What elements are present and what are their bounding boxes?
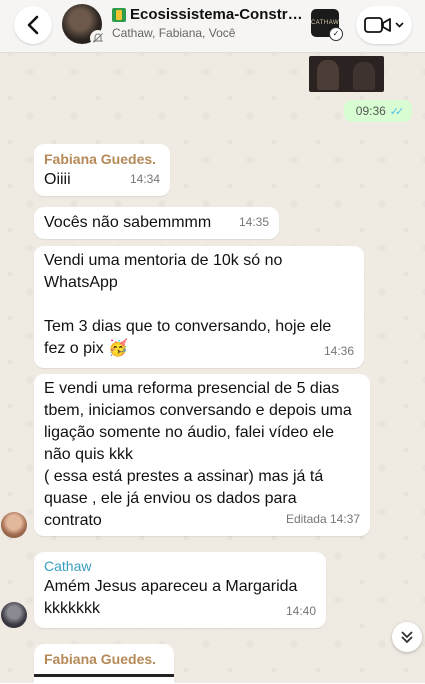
back-button[interactable] [14,6,52,44]
message-text: Vendi uma mentoria de 10k só no WhatsApp… [44,252,332,357]
sender-name[interactable]: Cathaw [44,557,91,575]
chevron-down-icon [395,22,404,28]
message-time: 14:40 [285,604,316,618]
message-bubble[interactable]: Fabiana Guedes. Oiiii 14:34 [34,144,170,196]
sender-name[interactable]: Fabiana Guedes. [44,650,156,668]
message-time: 14:35 [238,215,269,229]
message-bubble[interactable]: Vendi uma mentoria de 10k só no WhatsApp… [34,246,364,368]
video-camera-icon [364,17,391,33]
participants-list: Cathaw, Fabiana, Você [112,26,236,40]
group-title-text: Ecosissistema-Construin... [130,6,308,23]
thumbnail-logo-text: CATHAW [310,20,340,26]
message-bubble[interactable]: Cathaw Amém Jesus apareceu a Margarida k… [34,552,326,628]
outgoing-image-message[interactable] [309,56,384,92]
message-time: 14:34 [129,172,160,186]
message-bubble[interactable]: Vocês não sabemmmm 14:35 [34,207,279,239]
check-icon: ✓ [329,27,343,41]
group-title: Ecosissistema-Construin... [112,6,308,23]
message-text: Amém Jesus apareceu a Margarida kkkkkkk [44,578,298,617]
scroll-to-bottom-button[interactable] [392,622,422,652]
double-chevron-down-icon [401,631,413,644]
video-call-button[interactable] [356,6,412,44]
message-text: Oiiii [44,171,71,188]
read-ticks-icon: ✓✓ [389,105,405,118]
mute-icon [90,30,106,46]
message-bubble[interactable]: Fabiana Guedes. [34,644,174,684]
chat-title-area[interactable]: Ecosissistema-Construin... Cathaw, Fabia… [112,6,308,40]
message-time: 14:36 [323,344,354,358]
message-text: Vocês não sabemmmm [44,214,212,231]
beginner-badge-icon [112,7,126,22]
message-bubble[interactable]: E vendi uma reforma presencial de 5 dias… [34,374,370,536]
sender-avatar[interactable] [1,602,27,628]
sender-avatar[interactable] [1,512,27,538]
sender-name[interactable]: Fabiana Guedes. [44,150,156,168]
message-time: 09:36 [355,104,386,118]
partial-media-preview [34,674,174,677]
outgoing-timestamp: 09:36 ✓✓ [344,100,412,122]
chevron-left-icon [27,15,39,35]
message-time: Editada 14:37 [285,512,360,526]
chat-header: Ecosissistema-Construin... Cathaw, Fabia… [0,0,425,53]
